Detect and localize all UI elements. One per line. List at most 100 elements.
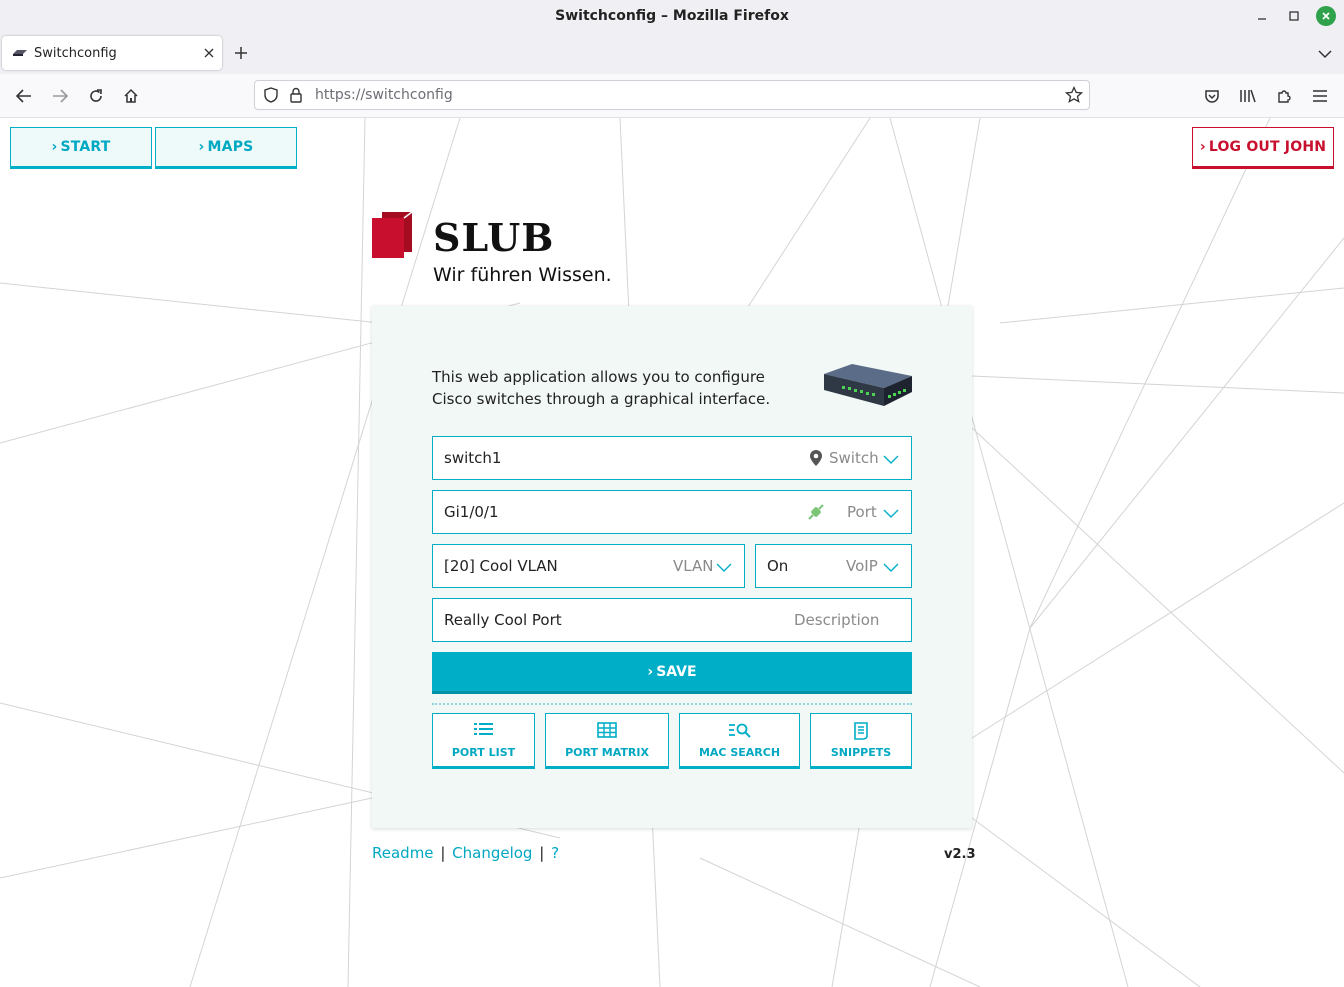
maximize-button[interactable] — [1284, 6, 1304, 26]
document-icon — [811, 722, 911, 740]
port-label: Port — [847, 503, 877, 521]
reload-button[interactable] — [86, 86, 106, 106]
vlan-value: [20] Cool VLAN — [444, 557, 558, 575]
logo-brand: SLUB — [433, 215, 555, 260]
mac-search-button[interactable]: MAC SEARCH — [679, 713, 800, 769]
description-value: Really Cool Port — [444, 611, 562, 629]
tab-strip: Switchconfig — [0, 32, 1344, 74]
port-select[interactable]: Gi1/0/1 Port — [432, 490, 912, 534]
start-button-label: START — [60, 139, 111, 155]
start-button[interactable]: › START — [10, 127, 152, 169]
library-button[interactable] — [1238, 86, 1258, 106]
voip-select[interactable]: On VoIP — [755, 544, 912, 588]
forward-button[interactable] — [50, 86, 70, 106]
divider — [432, 703, 912, 705]
logout-button[interactable]: › LOG OUT JOHN — [1192, 127, 1334, 169]
hamburger-icon — [1313, 90, 1327, 102]
switch-label: Switch — [829, 449, 879, 467]
url-bar[interactable]: https://switchconfig — [254, 80, 1090, 110]
back-button[interactable] — [14, 86, 34, 106]
network-switch-image — [824, 364, 912, 406]
grid-icon — [546, 722, 668, 738]
chevron-right-icon: › — [1199, 139, 1206, 155]
port-list-button[interactable]: PORT LIST — [432, 713, 535, 769]
map-pin-icon — [809, 449, 823, 471]
shield-icon[interactable] — [263, 87, 279, 107]
save-button-label: SAVE — [656, 663, 697, 680]
voip-value: On — [767, 557, 789, 575]
vlan-select[interactable]: [20] Cool VLAN VLAN — [432, 544, 745, 588]
logo-tagline: Wir führen Wissen. — [433, 264, 612, 286]
window-title: Switchconfig – Mozilla Firefox — [555, 8, 789, 24]
switch-favicon-icon — [13, 50, 27, 56]
config-card: This web application allows you to confi… — [372, 306, 972, 828]
bookmark-star-icon[interactable] — [1064, 85, 1084, 108]
window-titlebar: Switchconfig – Mozilla Firefox — [0, 0, 1344, 32]
slub-logo: SLUB Wir führen Wissen. — [372, 211, 612, 286]
snippets-label: SNIPPETS — [830, 746, 892, 759]
close-window-button[interactable] — [1316, 6, 1336, 26]
library-icon — [1240, 89, 1256, 103]
footer-links: Readme | Changelog | ? — [372, 844, 559, 862]
list-all-tabs-button[interactable] — [1318, 44, 1332, 63]
chevron-right-icon: › — [51, 139, 58, 155]
home-icon — [124, 88, 138, 103]
intro-text: This web application allows you to confi… — [432, 368, 771, 408]
mac-search-label: MAC SEARCH — [698, 746, 781, 759]
help-link[interactable]: ? — [551, 844, 559, 862]
maps-button-label: MAPS — [207, 139, 254, 155]
tab-close-icon[interactable] — [204, 44, 214, 62]
minimize-icon — [1258, 18, 1266, 20]
tab-label: Switchconfig — [34, 45, 117, 61]
save-button[interactable]: › SAVE — [432, 652, 912, 694]
description-input[interactable]: Really Cool Port Description — [432, 598, 912, 642]
footer-separator: | — [440, 844, 446, 862]
pocket-icon — [1205, 90, 1219, 103]
maps-button[interactable]: › MAPS — [155, 127, 297, 169]
extensions-button[interactable] — [1274, 86, 1294, 106]
logout-button-label: LOG OUT JOHN — [1208, 139, 1327, 155]
new-tab-button[interactable] — [234, 43, 248, 63]
vlan-label: VLAN — [673, 557, 714, 575]
snippets-button[interactable]: SNIPPETS — [810, 713, 912, 769]
menu-button[interactable] — [1310, 86, 1330, 106]
maximize-icon — [1289, 11, 1299, 21]
search-list-icon — [680, 722, 799, 738]
changelog-link[interactable]: Changelog — [452, 844, 532, 862]
arrow-left-icon — [16, 89, 31, 103]
chevron-down-icon — [883, 558, 899, 577]
readme-link[interactable]: Readme — [372, 844, 434, 862]
book-logo-icon — [372, 211, 413, 258]
plus-icon — [235, 47, 247, 59]
chevron-right-icon: › — [198, 139, 205, 155]
minimize-button[interactable] — [1252, 6, 1272, 26]
puzzle-icon — [1278, 90, 1291, 103]
reload-icon — [90, 89, 102, 102]
description-label: Description — [794, 611, 880, 629]
chevron-down-icon — [716, 558, 732, 577]
url-text[interactable]: https://switchconfig — [315, 87, 453, 103]
navigation-toolbar: https://switchconfig — [0, 74, 1344, 118]
version-label: v2.3 — [944, 847, 976, 862]
page-content: › START › MAPS › LOG OUT JOHN SLUB Wir führ… — [0, 118, 1344, 987]
chevron-down-icon — [883, 504, 899, 523]
plug-connected-icon — [807, 503, 825, 525]
tab-switchconfig[interactable]: Switchconfig — [2, 36, 222, 70]
lock-icon[interactable] — [289, 87, 303, 107]
port-list-label: PORT LIST — [451, 746, 516, 759]
switch-value: switch1 — [444, 449, 502, 467]
close-icon — [1322, 12, 1330, 20]
home-button[interactable] — [121, 86, 141, 106]
footer-separator: | — [539, 844, 545, 862]
port-matrix-label: PORT MATRIX — [565, 746, 649, 759]
port-matrix-button[interactable]: PORT MATRIX — [545, 713, 669, 769]
chevron-right-icon: › — [647, 663, 654, 680]
port-value: Gi1/0/1 — [444, 503, 499, 521]
pocket-button[interactable] — [1202, 86, 1222, 106]
arrow-right-icon — [53, 89, 68, 103]
voip-label: VoIP — [846, 557, 878, 575]
switch-select[interactable]: switch1 Switch — [432, 436, 912, 480]
chevron-down-icon — [883, 450, 899, 469]
chevron-down-icon — [1318, 50, 1332, 59]
list-icon — [433, 722, 534, 736]
